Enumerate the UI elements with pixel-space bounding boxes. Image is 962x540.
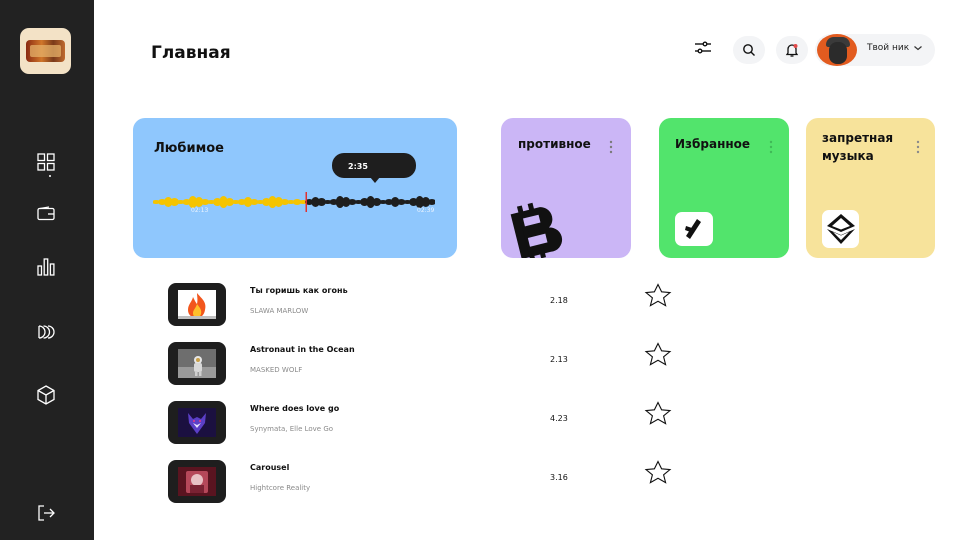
sidebar-item-library[interactable]	[34, 320, 58, 344]
track-cover-art	[178, 467, 216, 496]
bar-chart-icon	[37, 258, 55, 276]
track-artist: MASKED WOLF	[250, 366, 303, 374]
filter-sliders-icon	[695, 41, 711, 54]
track-title: Ты горишь как огонь	[250, 286, 348, 295]
card-favorite-title: Любимое	[154, 141, 224, 156]
track-row[interactable]: Astronaut in the Ocean MASKED WOLF 2.13	[168, 342, 688, 386]
track-title: Astronaut in the Ocean	[250, 345, 355, 354]
track-artist: SLAWA MARLOW	[250, 307, 309, 315]
bitcoin-icon	[510, 202, 563, 258]
search-icon	[743, 44, 755, 56]
chevron-down-icon	[914, 46, 922, 51]
track-cover[interactable]	[168, 283, 226, 326]
coin-logo-tile	[675, 212, 713, 246]
track-duration: 2.18	[550, 296, 568, 305]
avatar	[817, 34, 857, 66]
track-artist: Synymata, Elle Love Go	[250, 425, 334, 433]
favorite-star-icon[interactable]	[640, 460, 676, 484]
wave-time-end: 02:39	[417, 207, 435, 214]
dashboard-grid-icon	[37, 153, 55, 171]
app-logo[interactable]	[20, 28, 71, 74]
sidebar-item-stats[interactable]	[34, 254, 58, 278]
wallet-icon	[37, 206, 55, 221]
card-banned-title: запретная музыка	[822, 129, 893, 165]
track-duration: 4.23	[550, 414, 568, 423]
favorite-star-icon[interactable]	[640, 283, 676, 307]
ethereum-tile	[822, 210, 859, 248]
logout-icon	[38, 505, 55, 521]
sidebar-item-wallet[interactable]	[34, 202, 58, 226]
current-time-tooltip: 2:35	[332, 153, 416, 183]
sidebar-item-packages[interactable]	[34, 383, 58, 407]
track-cover-art	[178, 408, 216, 437]
active-indicator	[49, 175, 51, 177]
track-title: Carousel	[250, 463, 290, 472]
track-row[interactable]: Where does love go Synymata, Elle Love Go…	[168, 401, 688, 445]
app-root: Главная Твой ник Любимое 2:35 02:13 02:3…	[0, 0, 962, 540]
track-row[interactable]: Ты горишь как огонь SLAWA MARLOW 2.18	[168, 283, 688, 327]
track-cover[interactable]	[168, 401, 226, 444]
track-artist: Hightcore Reality	[250, 484, 311, 492]
card-banned-title-line2: музыка	[822, 149, 874, 163]
card-favorite[interactable]: Любимое 2:35 02:13 02:39	[133, 118, 457, 258]
track-cover-art	[178, 349, 216, 378]
track-cover[interactable]	[168, 342, 226, 385]
current-time: 2:35	[348, 162, 368, 171]
notifications-button[interactable]	[776, 36, 808, 64]
track-duration: 2.13	[550, 355, 568, 364]
track-cover[interactable]	[168, 460, 226, 503]
card-vile[interactable]: противное	[501, 118, 631, 258]
track-row[interactable]: Carousel Hightcore Reality 3.16	[168, 460, 688, 504]
more-options-icon[interactable]	[609, 140, 613, 154]
search-button[interactable]	[733, 36, 765, 64]
wave-time-start: 02:13	[191, 207, 209, 214]
filter-button[interactable]	[691, 37, 715, 59]
card-banned[interactable]: запретная музыка	[806, 118, 935, 258]
stacked-circles-icon	[38, 325, 55, 339]
coin-logo-icon	[685, 219, 701, 239]
page-title: Главная	[151, 43, 231, 63]
logo-art-highlight	[30, 45, 61, 57]
sidebar-item-dashboard[interactable]	[34, 150, 58, 174]
avatar-face	[829, 42, 847, 64]
track-duration: 3.16	[550, 473, 568, 482]
more-options-icon[interactable]	[916, 140, 920, 154]
track-cover-art	[178, 290, 216, 319]
card-chosen-title: Избранное	[675, 137, 751, 151]
track-title: Where does love go	[250, 404, 340, 413]
sidebar-item-logout[interactable]	[34, 501, 58, 525]
ethereum-icon	[826, 214, 855, 244]
favorite-star-icon[interactable]	[640, 401, 676, 425]
user-menu[interactable]: Твой ник	[815, 34, 935, 66]
card-vile-title: противное	[518, 137, 591, 151]
card-chosen[interactable]: Избранное	[659, 118, 789, 258]
user-name: Твой ник	[867, 43, 910, 53]
cube-icon	[37, 385, 55, 405]
more-options-icon[interactable]	[769, 140, 773, 154]
favorite-star-icon[interactable]	[640, 342, 676, 366]
card-banned-title-line1: запретная	[822, 131, 894, 145]
sidebar	[0, 0, 94, 540]
bell-icon	[785, 44, 799, 57]
